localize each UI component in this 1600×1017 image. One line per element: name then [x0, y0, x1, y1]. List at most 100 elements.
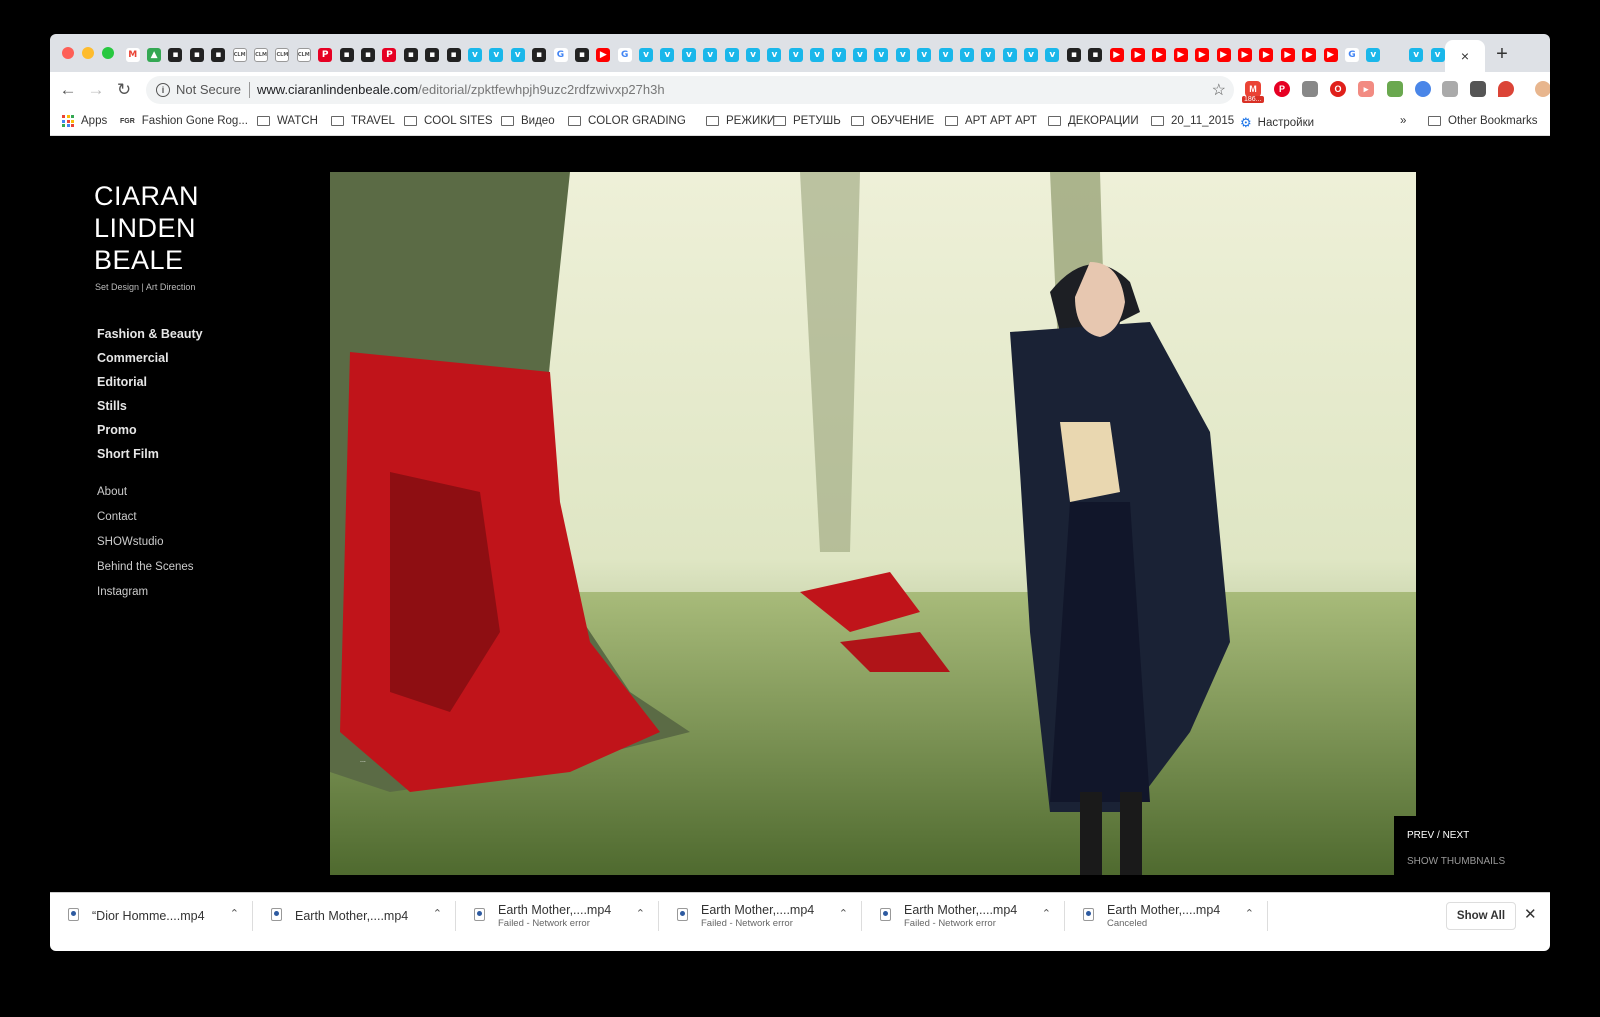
security-label[interactable]: Not Secure [176, 82, 241, 97]
bookmark-item[interactable]: Apps [62, 115, 107, 127]
zoom-window-button[interactable] [102, 47, 114, 59]
nav-instagram[interactable]: Instagram [97, 580, 194, 605]
tab[interactable]: v [935, 44, 956, 66]
nav-stills[interactable]: Stills [97, 394, 203, 418]
pinterest-extension-icon[interactable]: P [1274, 81, 1290, 97]
tab[interactable]: ▶ [1256, 44, 1277, 66]
extension-icon[interactable] [1415, 81, 1431, 97]
tab[interactable]: v [978, 44, 999, 66]
download-item[interactable]: “Dior Homme....mp4 ⌃ [50, 893, 253, 940]
extension-icon[interactable]: ▸ [1358, 81, 1374, 97]
close-window-button[interactable] [62, 47, 74, 59]
bookmark-item[interactable]: РЕТУШЬ [773, 115, 841, 127]
chevron-up-icon[interactable]: ⌃ [839, 907, 848, 920]
tab[interactable]: P [379, 44, 400, 66]
tab[interactable]: ▲ [143, 44, 164, 66]
nav-editorial[interactable]: Editorial [97, 370, 203, 394]
nav-showstudio[interactable]: SHOWstudio [97, 530, 194, 555]
tab[interactable]: ▪ [357, 44, 378, 66]
tab[interactable]: v [871, 44, 892, 66]
chevron-up-icon[interactable]: ⌃ [230, 907, 239, 920]
bookmark-item[interactable]: Видео [501, 115, 555, 127]
bookmark-item[interactable]: COLOR GRADING [568, 115, 686, 127]
download-item[interactable]: Earth Mother,....mp4 ⌃ [253, 893, 456, 940]
tab[interactable]: ▶ [593, 44, 614, 66]
tab[interactable]: M [122, 44, 143, 66]
tab[interactable]: CLM [293, 44, 314, 66]
tab[interactable]: v [764, 44, 785, 66]
back-button[interactable]: ← [56, 78, 80, 102]
bookmarks-overflow-button[interactable]: » [1400, 115, 1406, 127]
tab[interactable]: v [1363, 44, 1384, 66]
tab[interactable]: ▪ [336, 44, 357, 66]
chevron-up-icon[interactable]: ⌃ [1042, 907, 1051, 920]
show-all-downloads-button[interactable]: Show All [1446, 902, 1516, 930]
chevron-up-icon[interactable]: ⌃ [636, 907, 645, 920]
show-thumbnails-link[interactable]: SHOW THUMBNAILS [1407, 856, 1505, 867]
tab[interactable]: ▶ [1213, 44, 1234, 66]
tab[interactable]: v [807, 44, 828, 66]
tab[interactable]: ▶ [1277, 44, 1298, 66]
tab[interactable]: G [1341, 44, 1362, 66]
bookmark-item[interactable]: ⚙ Настройки [1240, 115, 1314, 131]
maps-extension-icon[interactable] [1498, 81, 1514, 97]
bookmark-item[interactable]: 20_11_2015 [1151, 115, 1234, 127]
tab[interactable]: ▶ [1320, 44, 1341, 66]
tab[interactable]: v [507, 44, 528, 66]
tab[interactable]: v [956, 44, 977, 66]
url-text[interactable]: www.ciaranlindenbeale.com/editorial/zpkt… [257, 82, 665, 97]
nav-promo[interactable]: Promo [97, 418, 203, 442]
tab[interactable]: v [999, 44, 1020, 66]
tab[interactable]: ▶ [1149, 44, 1170, 66]
bookmark-star-icon[interactable]: ☆ [1212, 80, 1226, 100]
bookmark-item[interactable]: РЕЖИКИ [706, 115, 775, 127]
tab[interactable]: CLM [250, 44, 271, 66]
nav-commercial[interactable]: Commercial [97, 346, 203, 370]
bookmark-item[interactable]: TRAVEL [331, 115, 395, 127]
tab[interactable]: v [635, 44, 656, 66]
tab[interactable]: CLM [272, 44, 293, 66]
tab[interactable]: v [721, 44, 742, 66]
tab[interactable]: ▶ [1234, 44, 1255, 66]
tab[interactable]: v [1042, 44, 1063, 66]
tab[interactable]: ▪ [165, 44, 186, 66]
download-item[interactable]: Earth Mother,....mp4 Failed - Network err… [862, 893, 1065, 940]
tab[interactable]: ▪ [400, 44, 421, 66]
nav-contact[interactable]: Contact [97, 505, 194, 530]
tab[interactable]: ▪ [421, 44, 442, 66]
bookmark-item[interactable]: WATCH [257, 115, 318, 127]
bookmark-item[interactable]: АРТ АРТ АРТ [945, 115, 1037, 127]
download-item[interactable]: Earth Mother,....mp4 Failed - Network err… [456, 893, 659, 940]
tab[interactable]: v [1405, 44, 1426, 66]
tab[interactable]: v [785, 44, 806, 66]
tab[interactable]: ▶ [1170, 44, 1191, 66]
prev-next-link[interactable]: PREV / NEXT [1407, 830, 1469, 841]
other-bookmarks[interactable]: Other Bookmarks [1428, 115, 1537, 127]
new-tab-button[interactable]: + [1490, 42, 1514, 66]
tab[interactable]: ▪ [571, 44, 592, 66]
tab[interactable]: v [464, 44, 485, 66]
tab[interactable]: v [700, 44, 721, 66]
nav-short-film[interactable]: Short Film [97, 442, 203, 466]
chevron-up-icon[interactable]: ⌃ [1245, 907, 1254, 920]
forward-button[interactable]: → [84, 78, 108, 102]
tab[interactable]: ▪ [208, 44, 229, 66]
tab[interactable]: P [315, 44, 336, 66]
tab[interactable]: v [849, 44, 870, 66]
tab[interactable]: v [913, 44, 934, 66]
nav-about[interactable]: About [97, 480, 194, 505]
tab[interactable]: v [742, 44, 763, 66]
minimize-window-button[interactable] [82, 47, 94, 59]
info-icon[interactable]: i [156, 83, 170, 97]
tab[interactable]: ▪ [1085, 44, 1106, 66]
close-shelf-icon[interactable]: ✕ [1524, 905, 1537, 923]
bookmark-item[interactable]: ОБУЧЕНИЕ [851, 115, 934, 127]
tab[interactable]: ▶ [1106, 44, 1127, 66]
gmail-extension-icon[interactable]: M [1245, 81, 1261, 97]
tab[interactable]: ▪ [528, 44, 549, 66]
editorial-photo[interactable]: ... [330, 172, 1416, 875]
address-bar[interactable]: i Not Secure www.ciaranlindenbeale.com/e… [146, 76, 1234, 104]
site-logo[interactable]: CIARAN LINDEN BEALE [94, 180, 199, 276]
download-item[interactable]: Earth Mother,....mp4 Failed - Network err… [659, 893, 862, 940]
reload-button[interactable]: ↻ [112, 78, 136, 102]
